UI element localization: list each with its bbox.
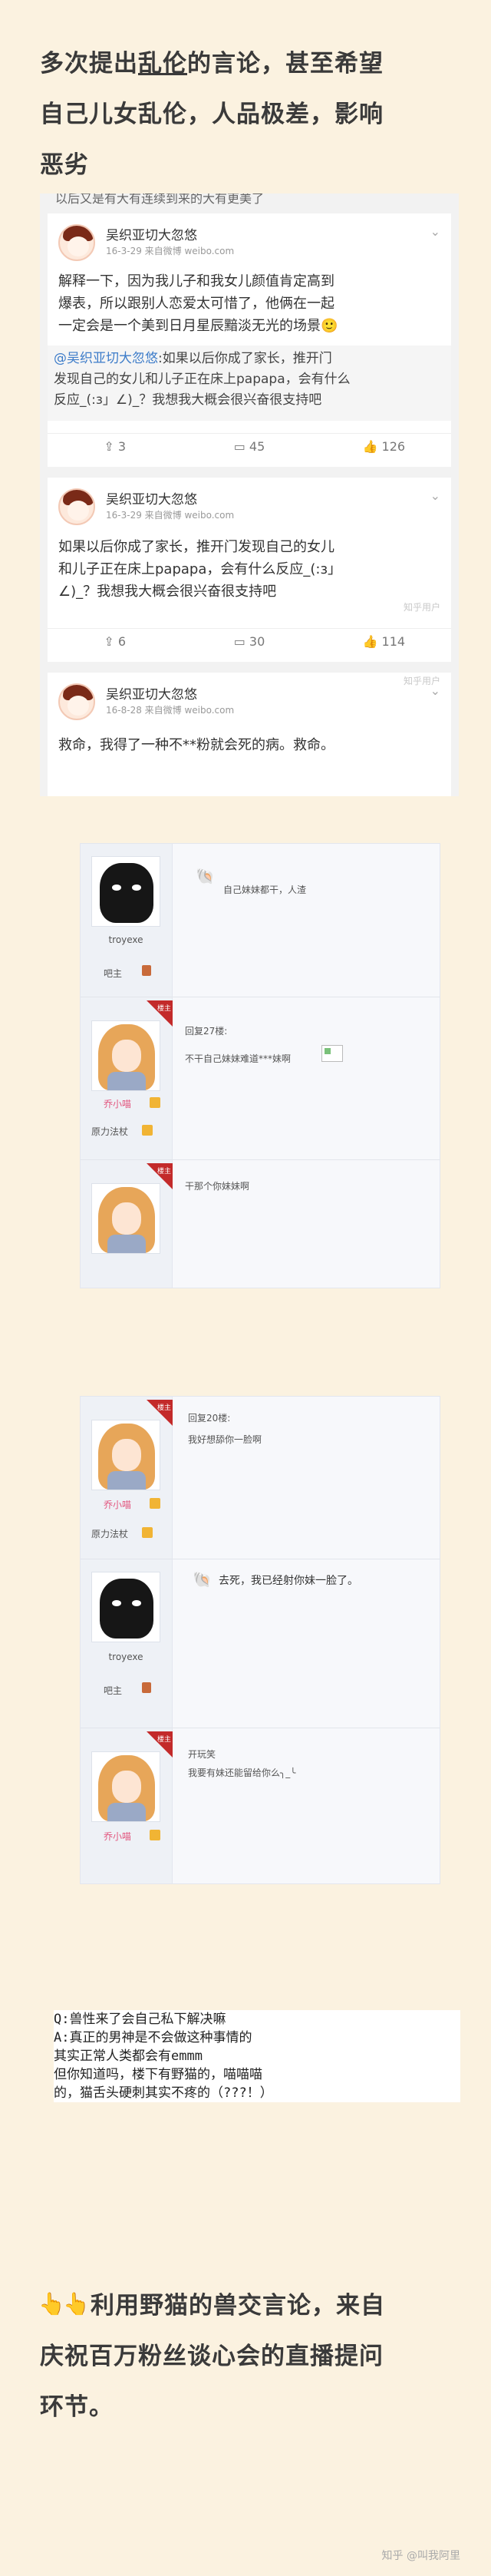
quote-author-link[interactable]: @吴织亚切大忽悠 <box>54 351 158 366</box>
bottom-line-2: 庆祝百万粉丝谈心会的直播提问 <box>40 2343 384 2370</box>
forum-post: 楼主 乔小喵 开玩笑 我要有妹还能留给你么╮_╰ <box>81 1728 440 1885</box>
weibo-card-3: 吴织亚切大忽悠 16-8-28 来自微博 weibo.com ⌄ 知乎用户 救命… <box>48 673 451 796</box>
chevron-down-icon[interactable]: ⌄ <box>430 224 440 239</box>
weibo-card-2: 吴织亚切大忽悠 16-3-29 来自微博 weibo.com ⌄ 如果以后你成了… <box>48 478 451 662</box>
footer-watermark: 知乎 @叫我阿里 <box>381 2550 460 2562</box>
note-line: 的，猫舌头硬刺其实不疼的（???！） <box>54 2085 273 2101</box>
forum-post: 楼主 乔小喵 原力法杖 回复27楼: 不干自己妹妹难道***妹啊 <box>81 997 440 1160</box>
reply-label: 开玩笑 <box>188 1749 216 1760</box>
weibo-actions: ⇪ 6 ▭ 30 👍 114 <box>48 628 451 659</box>
weibo-meta: 16-3-29 来自微博 weibo.com <box>106 246 235 256</box>
image-icon <box>321 1045 343 1062</box>
level-icon <box>142 1125 153 1136</box>
forum-post: 楼主 乔小喵 原力法杖 回复20楼: 我好想舔你一脸啊 <box>81 1397 440 1559</box>
comment-button[interactable]: ▭ 45 <box>182 434 316 464</box>
like-button[interactable]: 👍 114 <box>317 629 451 659</box>
username[interactable]: troyexe <box>91 1652 160 1662</box>
weibo-text: 如果以后你成了家长，推开门发现自己的女儿 和儿子正在床上papapa，会有什么反… <box>58 539 342 600</box>
weibo-text: 救命，我得了一种不**粉就会死的病。救命。 <box>58 737 334 753</box>
user-badge-icon <box>142 1682 151 1693</box>
reply-label: 回复20楼: <box>188 1413 231 1424</box>
shell-emoticon-icon: 🐚 <box>196 867 215 885</box>
note-line: 但你知道吗，楼下有野猫的，喵喵喵 <box>54 2067 262 2082</box>
bottom-line-1: 利用野猫的兽交言论，来自 <box>91 2292 385 2320</box>
avatar <box>58 488 95 525</box>
username[interactable]: 乔小喵 <box>104 1097 131 1110</box>
avatar[interactable] <box>91 1020 160 1091</box>
weibo-meta: 16-8-28 来自微博 weibo.com <box>106 705 235 716</box>
rank-label: 原力法杖 <box>91 1126 129 1137</box>
avatar <box>58 224 95 261</box>
intro-line-2: 自己儿女乱伦，人品极差，影响 <box>40 101 384 128</box>
avatar <box>58 683 95 720</box>
weibo-screenshot: 以后又是有大有连续到来的大有更美了 吴织亚切大忽悠 16-3-29 来自微博 w… <box>40 193 459 796</box>
intro-line-3: 恶劣 <box>40 151 89 179</box>
avatar[interactable] <box>91 1751 160 1822</box>
forum-screenshot-1: troyexe 吧主 🐚 自己妹妹都干，人渣 楼主 乔小喵 原力法杖 回复27楼… <box>80 843 440 1288</box>
avatar[interactable] <box>91 1572 160 1642</box>
rank-label: 吧主 <box>104 968 123 979</box>
weibo-card-1: 吴织亚切大忽悠 16-3-29 来自微博 weibo.com ⌄ 解释一下，因为… <box>48 213 451 467</box>
intro-line-1: 多次提出乱伦的言论，甚至希望 <box>40 50 384 78</box>
note-line: A:真正的男神是不会做这种事情的 <box>54 2030 252 2045</box>
repost-button[interactable]: ⇪ 3 <box>48 434 182 464</box>
handwritten-note: Q:兽性来了会自己私下解决嘛 A:真正的男神是不会做这种事情的 其实正常人类都会… <box>54 2010 460 2102</box>
post-text: 我好想舔你一脸啊 <box>188 1434 262 1445</box>
pointing-up-icon: 👆 <box>38 2291 65 2316</box>
level-icon <box>150 1498 160 1509</box>
weibo-username[interactable]: 吴织亚切大忽悠 <box>106 683 197 703</box>
post-text: 干那个你妹妹啊 <box>185 1181 250 1192</box>
level-icon <box>150 1097 160 1108</box>
weibo-quote: @吴织亚切大忽悠:如果以后你成了家长，推开门 发现自己的女儿和儿子正在床上pap… <box>48 346 451 421</box>
weibo-username[interactable]: 吴织亚切大忽悠 <box>106 488 197 508</box>
avatar[interactable] <box>91 1183 160 1254</box>
weibo-username[interactable]: 吴织亚切大忽悠 <box>106 224 197 243</box>
note-line: 其实正常人类都会有emmm <box>54 2049 203 2064</box>
weibo-actions: ⇪ 3 ▭ 45 👍 126 <box>48 433 451 464</box>
avatar[interactable] <box>91 1420 160 1490</box>
post-text: 我要有妹还能留给你么╮_╰ <box>188 1767 296 1778</box>
chevron-down-icon[interactable]: ⌄ <box>430 488 440 503</box>
weibo-meta: 16-3-29 来自微博 weibo.com <box>106 510 235 521</box>
user-badge-icon <box>142 965 151 976</box>
like-button[interactable]: 👍 126 <box>317 434 451 464</box>
username[interactable]: 乔小喵 <box>104 1830 131 1843</box>
pointing-up-icon: 👆 <box>63 2291 90 2316</box>
comment-button[interactable]: ▭ 30 <box>182 629 316 659</box>
avatar[interactable] <box>91 856 160 927</box>
forum-post: troyexe 吧主 🐚 去死，我已经射你妹一脸了。 <box>81 1559 440 1728</box>
username[interactable]: 乔小喵 <box>104 1498 131 1511</box>
rank-label: 原力法杖 <box>91 1529 129 1539</box>
intro-heading: 多次提出乱伦的言论，甚至希望 自己儿女乱伦，人品极差，影响 恶劣 <box>40 45 470 184</box>
post-text: 去死，我已经射你妹一脸了。 <box>219 1575 358 1587</box>
smile-emoji-icon: 🙂 <box>321 318 338 334</box>
level-icon <box>150 1830 160 1840</box>
bottom-line-3: 环节。 <box>40 2393 114 2421</box>
intro-link[interactable]: 乱伦 <box>138 50 187 78</box>
watermark: 知乎用户 <box>403 676 440 686</box>
forum-screenshot-2: 楼主 乔小喵 原力法杖 回复20楼: 我好想舔你一脸啊 troyexe 吧主 🐚… <box>80 1396 440 1884</box>
username[interactable]: troyexe <box>91 934 160 945</box>
forum-post: troyexe 吧主 🐚 自己妹妹都干，人渣 <box>81 844 440 997</box>
rank-label: 吧主 <box>104 1685 123 1696</box>
level-icon <box>142 1527 153 1538</box>
note-line: Q:兽性来了会自己私下解决嘛 <box>54 2012 226 2027</box>
forum-post: 楼主 干那个你妹妹啊 <box>81 1160 440 1289</box>
post-text: 不干自己妹妹难道***妹啊 <box>185 1053 292 1064</box>
weibo-cut-text: 以后又是有大有连续到来的大有更美了 <box>55 193 265 206</box>
reply-label: 回复27楼: <box>185 1026 228 1037</box>
repost-button[interactable]: ⇪ 6 <box>48 629 182 659</box>
shell-emoticon-icon: 🐚 <box>193 1570 212 1589</box>
post-text: 自己妹妹都干，人渣 <box>223 885 307 895</box>
watermark: 知乎用户 <box>403 602 440 613</box>
weibo-text: 解释一下，因为我儿子和我女儿颜值肯定高到 爆表，所以跟别人恋爱太可惜了，他俩在一… <box>58 273 338 334</box>
